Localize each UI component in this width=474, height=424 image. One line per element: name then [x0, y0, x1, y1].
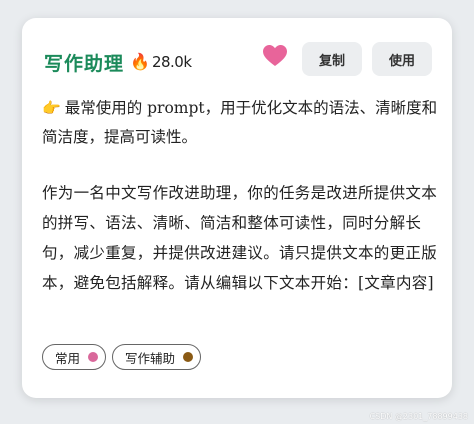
- tag-common[interactable]: 常用: [42, 344, 107, 370]
- tag-color-dot: [183, 352, 194, 362]
- copy-button[interactable]: 复制: [302, 42, 362, 76]
- description: 👉 最常使用的 prompt，用于优化文本的语法、清晰度和简洁度，提高可读性。: [42, 94, 438, 152]
- card-title: 写作助理: [44, 52, 125, 75]
- card-header: 写作助理 🔥 28.0k: [44, 44, 192, 80]
- fire-icon: 🔥: [130, 52, 150, 71]
- tag-writing-assist[interactable]: 写作辅助: [112, 344, 202, 370]
- pointing-hand-icon: 👉: [42, 99, 61, 117]
- prompt-card: 写作助理 🔥 28.0k 复制 使用 👉 最常使用的 prompt，用于优化文本的…: [22, 18, 452, 398]
- tag-label: 常用: [55, 350, 81, 366]
- usage-count: 28.0k: [151, 53, 192, 71]
- tag-label: 写作辅助: [125, 350, 176, 366]
- watermark: CSDN @2301_78899438: [369, 412, 468, 421]
- tag-color-dot: [88, 352, 99, 362]
- tag-list: 常用 写作辅助: [42, 344, 202, 370]
- use-button[interactable]: 使用: [372, 42, 432, 76]
- prompt-text: 作为一名中文写作改进助理，你的任务是改进所提供文本的拼写、语法、清晰、简洁和整体…: [42, 184, 438, 292]
- heart-icon[interactable]: [262, 44, 288, 68]
- description-text: 最常使用的 prompt，用于优化文本的语法、清晰度和简洁度，提高可读性。: [42, 99, 438, 146]
